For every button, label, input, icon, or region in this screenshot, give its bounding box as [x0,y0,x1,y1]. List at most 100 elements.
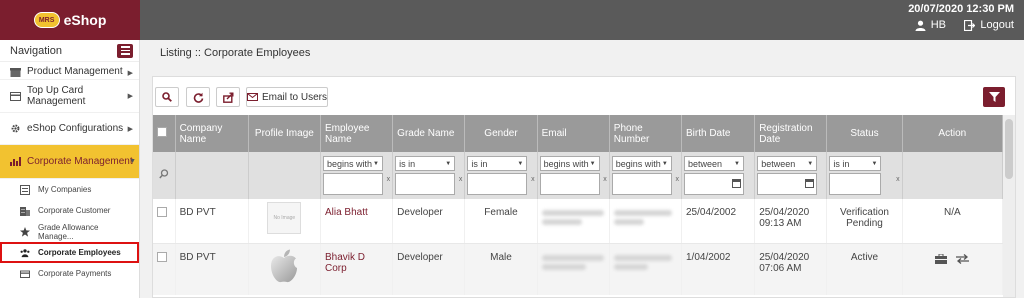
column-header[interactable]: Phone Number [609,115,682,152]
sidebar-item-product-management[interactable]: Product Management ▶ [0,62,139,80]
chevron-down-icon: ▼ [871,160,878,167]
email-cell-redacted [537,243,610,295]
birth-date-filter-select[interactable]: between ▼ [683,156,744,171]
briefcase-icon[interactable] [935,253,948,267]
phone-filter-input[interactable] [611,173,672,195]
select-all-checkbox[interactable] [157,127,167,137]
sidebar-item-label: eShop Configurations [27,123,124,134]
chevron-down-icon: ▼ [807,160,814,167]
employee-name-link[interactable]: Alia Bhatt [320,199,394,244]
swap-arrows-icon[interactable] [956,253,970,267]
column-header[interactable]: Status [826,115,903,152]
sidebar-item-corporate-management[interactable]: Corporate Management ▼ [0,145,139,179]
payment-card-icon [20,270,30,278]
sidebar-item-eshop-configurations[interactable]: eShop Configurations ▶ [0,113,139,145]
email-filter-select[interactable]: begins with ▼ [539,156,600,171]
phone-filter-select[interactable]: begins with ▼ [611,156,672,171]
column-header[interactable]: Employee Name [320,115,394,152]
column-header: Action [902,115,1004,152]
employee-filter-select[interactable]: begins with ▼ [322,156,383,171]
column-header[interactable]: Birth Date [681,115,756,152]
row-checkbox[interactable] [157,251,167,262]
filter-cell-empty [902,152,1004,199]
clear-icon[interactable]: x [896,176,900,183]
sidebar-subitem-corporate-customer[interactable]: Corporate Customer [0,200,139,221]
export-icon [222,92,233,103]
clear-icon[interactable]: x [531,176,535,183]
export-button[interactable] [216,87,240,107]
refresh-icon [193,92,203,103]
status-filter-select[interactable]: is in ▼ [829,156,882,171]
table-row[interactable]: BD PVT No Image Alia Bhatt Developer Fem… [153,199,1004,244]
select-value: is in [399,158,416,169]
employee-name-link[interactable]: Bhavik D Corp [320,243,394,295]
sidebar-subitem-grade-allowance[interactable]: Grade Allowance Manage... [0,221,139,242]
gender-filter-input[interactable] [467,173,528,195]
column-header[interactable]: Gender [464,115,538,152]
birth-date-cell: 1/04/2002 [681,243,756,295]
logout-button[interactable]: Logout [964,19,1014,31]
select-value: between [761,158,796,169]
email-cell-redacted [537,199,610,244]
clear-icon[interactable]: x [387,176,391,183]
hamburger-menu-icon[interactable] [117,43,133,58]
calendar-icon[interactable] [805,179,815,188]
column-header[interactable]: Grade Name [392,115,466,152]
registration-date-cell: 25/04/2020 07:06 AM [754,243,828,295]
clear-icon[interactable]: x [459,176,463,183]
column-header[interactable]: Email [537,115,610,152]
refresh-button[interactable] [186,87,210,107]
search-button[interactable] [155,87,179,107]
mrs-logo-badge: MRS [33,12,60,28]
filter-cell-registration-date: between ▼ [754,152,828,199]
sidebar-subitem-label: Grade Allowance Manage... [38,222,99,241]
filter-cell-email: begins with ▼ x [537,152,610,199]
phone-cell-redacted [609,199,682,244]
profile-image [271,249,298,282]
sidebar-item-label: Product Management [27,66,123,77]
filter-cell-grade: is in ▼ x [392,152,466,199]
clear-icon[interactable]: x [675,176,679,183]
chevron-down-icon: ▼ [129,158,136,165]
filter-search-cell [153,152,176,199]
logout-label: Logout [980,19,1014,31]
filter-button[interactable] [983,87,1005,107]
select-value: begins with [543,158,589,169]
column-header[interactable]: Company Name [175,115,249,152]
registration-date-filter-select[interactable]: between ▼ [757,156,818,171]
select-value: begins with [615,158,661,169]
clear-icon[interactable]: x [603,176,607,183]
calendar-icon[interactable] [731,179,741,188]
sidebar-subitem-corporate-employees[interactable]: Corporate Employees [0,242,139,263]
sidebar-subitem-corporate-payments[interactable]: Corporate Payments [0,263,139,284]
building-list-icon [20,184,30,195]
filter-cell-phone: begins with ▼ x [609,152,682,199]
gender-filter-select[interactable]: is in ▼ [467,156,528,171]
user-menu[interactable]: HB [915,19,946,31]
sidebar-item-top-up-card-management[interactable]: Top Up Card Management ▶ [0,80,139,113]
sidebar-subitem-label: My Companies [38,185,92,194]
gear-icon [11,124,20,133]
sidebar-subitem-label: Corporate Payments [38,269,112,278]
search-icon [159,169,168,179]
sidebar-subitem-my-companies[interactable]: My Companies [0,179,139,200]
search-icon [162,92,172,102]
row-select-cell [153,199,176,244]
action-cell [902,243,1004,295]
email-filter-input[interactable] [539,173,600,195]
email-to-users-button[interactable]: Email to Users [246,87,328,107]
status-filter-input[interactable] [829,173,882,195]
status-cell: Active [826,243,903,295]
vertical-scrollbar[interactable] [1003,115,1015,297]
grade-filter-select[interactable]: is in ▼ [395,156,456,171]
registration-date-filter-input[interactable] [757,173,818,195]
navigation-title: Navigation [10,44,62,57]
company-cell: BD PVT [175,199,249,244]
birth-date-filter-input[interactable] [683,173,744,195]
employee-filter-input[interactable] [322,173,383,195]
row-checkbox[interactable] [157,207,167,217]
table-row[interactable]: BD PVT Bhavik D Corp Developer Male 1/04… [153,243,1004,295]
brand-logo[interactable]: MRS eShop [0,0,140,40]
grade-filter-input[interactable] [395,173,456,195]
column-header[interactable]: Registration Date [754,115,828,152]
